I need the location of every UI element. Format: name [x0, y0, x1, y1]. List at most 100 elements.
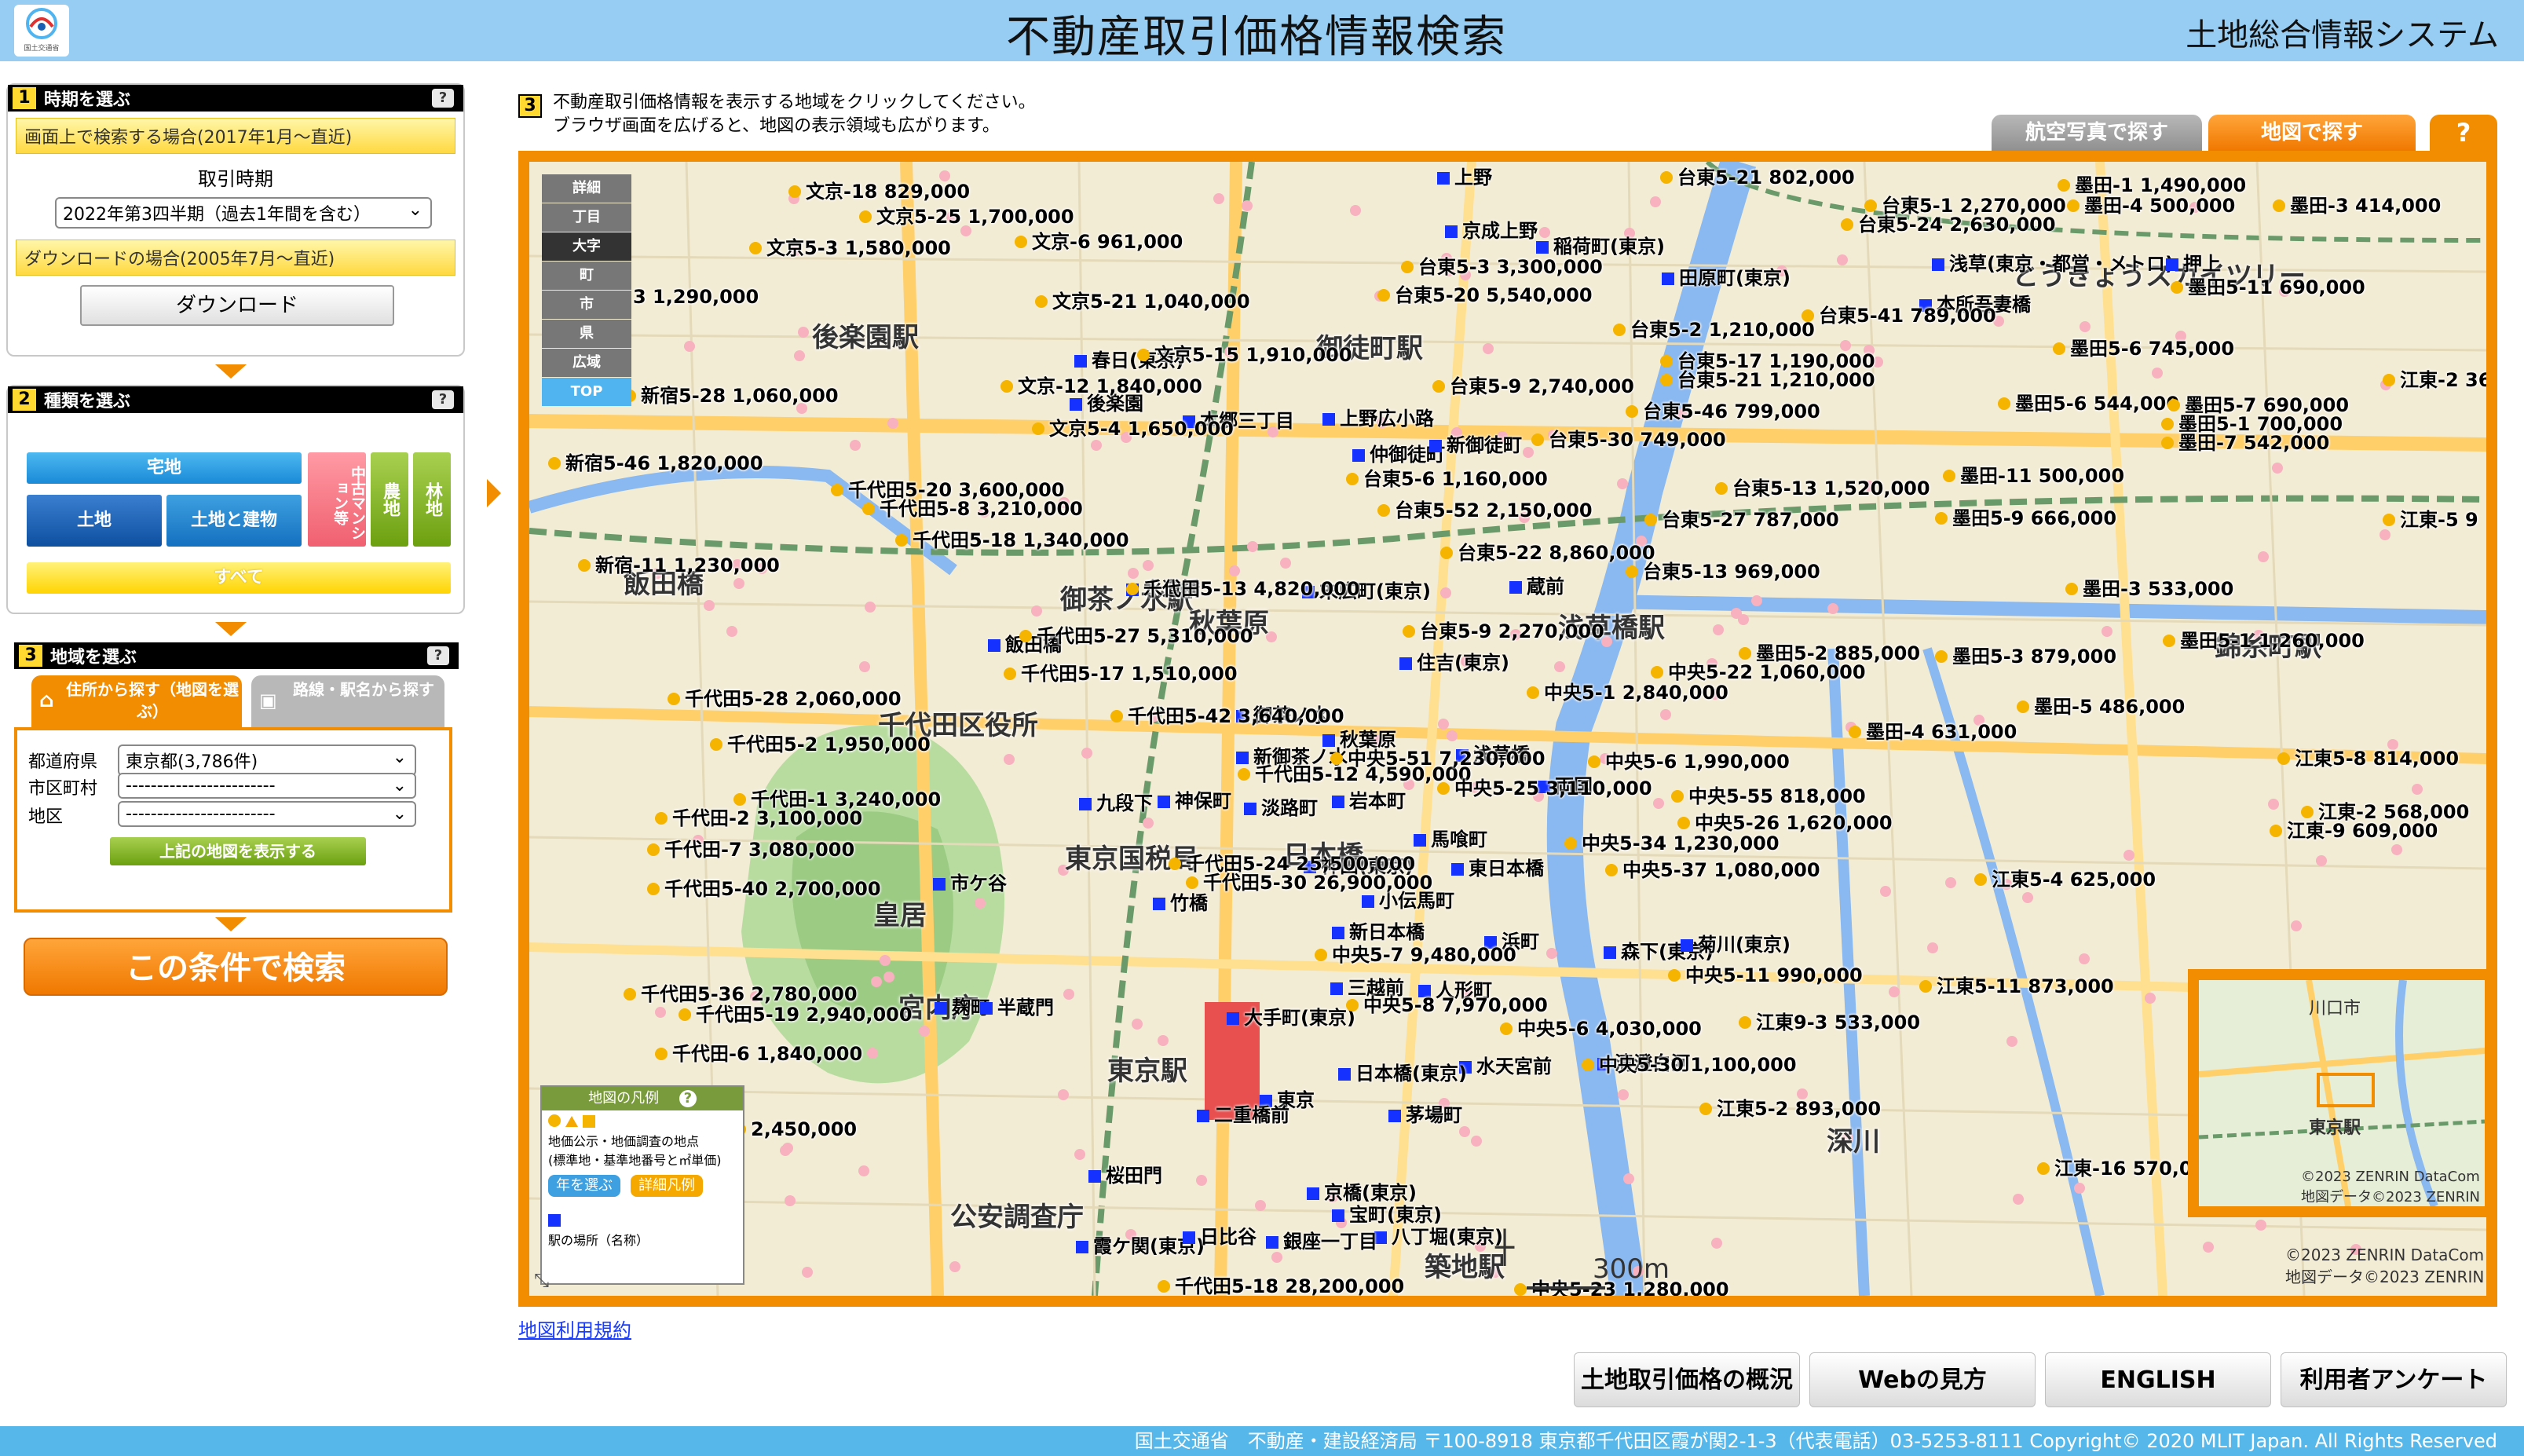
- station-label[interactable]: 日比谷: [1183, 1221, 1257, 1249]
- price-label[interactable]: 千代田5-2 1,950,000: [710, 729, 931, 756]
- transaction-pin-icon[interactable]: [1623, 1173, 1634, 1184]
- transaction-pin-icon[interactable]: [1074, 1149, 1085, 1160]
- transaction-pin-icon[interactable]: [1158, 1035, 1169, 1046]
- station-label[interactable]: 京成上野: [1445, 215, 1538, 243]
- show-map-button[interactable]: 上記の地図を表示する: [110, 837, 366, 865]
- transaction-pin-icon[interactable]: [704, 600, 715, 611]
- transaction-pin-icon[interactable]: [2272, 463, 2283, 474]
- price-label[interactable]: 墨田-11 500,000: [1943, 460, 2124, 488]
- tab-aerial-photo[interactable]: 航空写真で探す: [1992, 115, 2202, 151]
- transaction-pin-icon[interactable]: [1063, 989, 1074, 1000]
- transaction-pin-icon[interactable]: [1081, 748, 1092, 759]
- price-label[interactable]: 台東5-20 5,540,000: [1377, 280, 1593, 307]
- station-label[interactable]: 住吉(東京): [1399, 647, 1509, 675]
- zoom-level-town[interactable]: 町: [542, 262, 631, 290]
- map-canvas[interactable]: 後楽園駅飯田橋御茶ノ水駅秋葉原浅草橋駅千代田区役所東京駅皇居宮内庁公安調査庁日本…: [529, 162, 2486, 1296]
- station-label[interactable]: 桜田門: [1088, 1160, 1162, 1187]
- detail-legend-button[interactable]: 詳細凡例: [631, 1175, 704, 1197]
- price-label[interactable]: 墨田5-1 1,260,000: [2163, 625, 2365, 653]
- station-label[interactable]: 新御徒町: [1429, 430, 1522, 457]
- transaction-pin-icon[interactable]: [1143, 560, 1154, 571]
- price-label[interactable]: 江東5-8 814,000: [2277, 743, 2459, 770]
- price-label[interactable]: 墨田5-6 745,000: [2053, 333, 2234, 360]
- price-label[interactable]: 新宿5-28 1,060,000: [624, 380, 839, 408]
- price-label[interactable]: 墨田5-3 879,000: [1935, 641, 2116, 668]
- price-label[interactable]: 台東5-6 1,160,000: [1346, 463, 1548, 491]
- station-label[interactable]: 上野広小路: [1322, 403, 1434, 430]
- transaction-pin-icon[interactable]: [1271, 1252, 1282, 1263]
- year-select-button[interactable]: 年を選ぶ: [548, 1175, 620, 1197]
- price-label[interactable]: 墨田-5 486,000: [2017, 691, 2185, 719]
- price-label[interactable]: 千代田-7 3,080,000: [647, 834, 854, 862]
- price-label[interactable]: 墨田-4 631,000: [1849, 716, 2017, 744]
- transaction-pin-icon[interactable]: [1031, 605, 1042, 616]
- transaction-pin-icon[interactable]: [2074, 1183, 2085, 1194]
- transaction-pin-icon[interactable]: [684, 341, 695, 352]
- price-label[interactable]: 台東5-21 802,000: [1660, 162, 1855, 189]
- help-icon[interactable]: ?: [427, 646, 449, 665]
- transaction-pin-icon[interactable]: [1660, 709, 1671, 720]
- transaction-pin-icon[interactable]: [2291, 920, 2302, 931]
- price-label[interactable]: 2,450,000: [733, 1118, 857, 1140]
- price-label[interactable]: 文京-18 829,000: [788, 176, 970, 203]
- station-label[interactable]: 茅場町: [1388, 1099, 1462, 1127]
- transaction-pin-icon[interactable]: [655, 1007, 666, 1018]
- station-label[interactable]: 浅草(東京・都営・メトロ): [1932, 248, 2174, 276]
- transaction-pin-icon[interactable]: [1731, 608, 1742, 619]
- transaction-pin-icon[interactable]: [859, 661, 870, 672]
- station-label[interactable]: 大手町(東京): [1227, 1002, 1355, 1030]
- price-label[interactable]: 中央5-6 4,030,000: [1500, 1013, 1702, 1041]
- transaction-pin-icon[interactable]: [1945, 877, 1956, 888]
- tochi-tatemono-button[interactable]: 土地と建物: [166, 495, 302, 547]
- web-guide-button[interactable]: Webの見方: [1809, 1352, 2036, 1407]
- station-label[interactable]: 銀座一丁目: [1266, 1226, 1377, 1253]
- price-label[interactable]: 3 1,290,000: [616, 286, 759, 308]
- transaction-pin-icon[interactable]: [1546, 948, 1557, 959]
- price-label[interactable]: 文京5-4 1,650,000: [1032, 413, 1234, 441]
- station-label[interactable]: 上野: [1437, 162, 1492, 189]
- takuchi-button[interactable]: 宅地: [27, 452, 302, 484]
- zoom-level-oaza[interactable]: 大字: [542, 232, 631, 261]
- map-terms-link[interactable]: 地図利用規約: [518, 1315, 631, 1342]
- station-label[interactable]: 神保町: [1158, 785, 1231, 813]
- price-label[interactable]: 江東5-2 893,000: [1699, 1093, 1881, 1121]
- transaction-pin-icon[interactable]: [1827, 603, 1838, 614]
- price-label[interactable]: 中央5-6 1,990,000: [1588, 746, 1790, 774]
- transaction-pin-icon[interactable]: [1459, 1126, 1470, 1137]
- tab-address[interactable]: ⌂ 住所から探す（地図を選ぶ）: [31, 675, 242, 729]
- price-label[interactable]: 文京5-15 1,910,000: [1137, 339, 1352, 367]
- price-label[interactable]: 文京-12 1,840,000: [1000, 371, 1202, 398]
- transaction-pin-icon[interactable]: [1927, 942, 1938, 953]
- price-label[interactable]: 中央5-7 9,480,000: [1315, 939, 1516, 967]
- transaction-pin-icon[interactable]: [871, 976, 882, 987]
- period-select[interactable]: 2022年第3四半期（過去1年間を含む） ⌄: [55, 197, 432, 229]
- price-label[interactable]: 台東5-52 2,150,000: [1377, 495, 1593, 522]
- price-label[interactable]: 台東5-13 969,000: [1626, 556, 1820, 583]
- transaction-pin-icon[interactable]: [1242, 200, 1253, 211]
- price-label[interactable]: 千代田5-27 5,310,000: [1019, 620, 1253, 648]
- legend-help-icon[interactable]: ?: [679, 1090, 697, 1107]
- price-label[interactable]: 中央5-30 1,100,000: [1582, 1049, 1797, 1077]
- price-label[interactable]: 中央5-37 1,080,000: [1605, 854, 1820, 882]
- price-label[interactable]: 台東5-21 1,210,000: [1660, 364, 1875, 392]
- transaction-pin-icon[interactable]: [1196, 1175, 1207, 1186]
- transaction-pin-icon[interactable]: [2203, 1242, 2214, 1253]
- transaction-pin-icon[interactable]: [1058, 1089, 1069, 1100]
- station-label[interactable]: 半蔵門: [980, 992, 1054, 1019]
- transaction-pin-icon[interactable]: [1471, 1136, 1482, 1147]
- transaction-pin-icon[interactable]: [2412, 784, 2423, 795]
- tochi-button[interactable]: 土地: [27, 495, 162, 547]
- resize-handle-icon[interactable]: ⤡: [534, 1269, 549, 1291]
- price-label[interactable]: 文京-6 961,000: [1015, 226, 1183, 254]
- transaction-pin-icon[interactable]: [2013, 1194, 2024, 1205]
- price-label[interactable]: 中央5-25 3,110,000: [1437, 773, 1652, 800]
- transaction-pin-icon[interactable]: [949, 1261, 960, 1272]
- transaction-pin-icon[interactable]: [1751, 595, 1762, 606]
- price-label[interactable]: 墨田5-9 666,000: [1935, 503, 2116, 530]
- price-label[interactable]: 台東5-46 799,000: [1626, 396, 1820, 423]
- price-label[interactable]: 千代田5-30 26,900,000: [1186, 867, 1432, 894]
- transaction-pin-icon[interactable]: [1618, 1089, 1629, 1100]
- station-label[interactable]: 蔵前: [1509, 571, 1564, 598]
- transaction-pin-icon[interactable]: [2145, 993, 2156, 1004]
- pref-select[interactable]: 東京都(3,786件) ⌄: [118, 744, 416, 776]
